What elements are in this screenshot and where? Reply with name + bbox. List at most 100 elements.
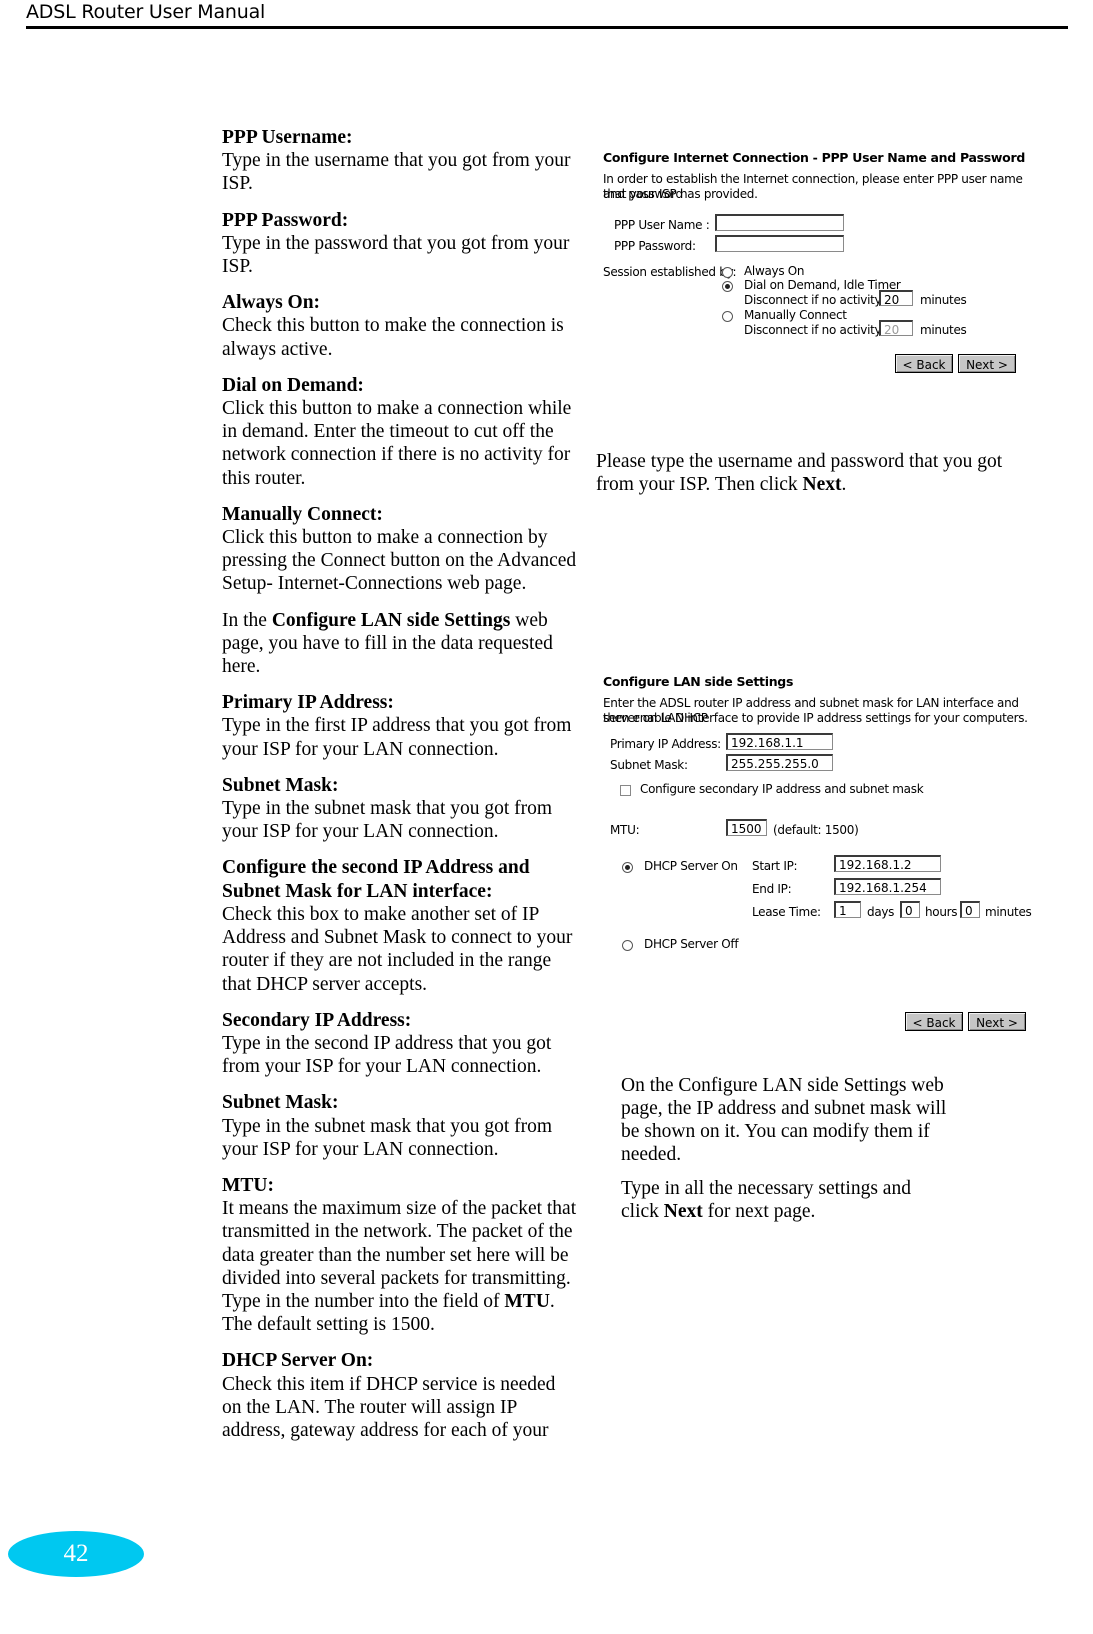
lan-lease-hours-input[interactable]: 0 — [900, 901, 920, 918]
section-heading: MTU: — [222, 1174, 274, 1196]
ppp-back-button[interactable]: < Back — [895, 354, 953, 373]
section-body: Type in the first IP address that you go… — [222, 715, 572, 760]
idle-timer-1-prefix: Disconnect if no activity for — [744, 293, 901, 307]
section-body: Click this button to make a connection b… — [222, 527, 577, 595]
lan-mtu-input[interactable]: 1500 — [726, 819, 767, 836]
section-body: Check this button to make the connection… — [222, 315, 564, 360]
section-dial-on-demand: Dial on Demand: Click this button to mak… — [222, 374, 578, 490]
idle-timer-1-input[interactable]: 20 — [879, 290, 913, 306]
idle-timer-1-unit: minutes — [920, 293, 967, 307]
section-body-bold: Configure LAN side Settings — [271, 609, 511, 631]
section-primary-ip-address: Primary IP Address: Type in the first IP… — [222, 691, 578, 761]
lan-primary-ip-label: Primary IP Address: — [610, 737, 721, 751]
section-secondary-ip-address: Secondary IP Address: Type in the second… — [222, 1009, 578, 1079]
ppp-screen-title: Configure Internet Connection - PPP User… — [603, 150, 1025, 165]
radio-always-on-label: Always On — [744, 264, 805, 278]
page-title: ADSL Router User Manual — [26, 1, 266, 23]
lan-lease-days-unit: days — [867, 905, 895, 919]
session-established-by-label: Session established by: — [603, 265, 737, 279]
page-number-badge: 42 — [8, 1531, 144, 1577]
lan-back-button[interactable]: < Back — [905, 1012, 963, 1031]
lan-lease-hours-unit: hours — [925, 905, 958, 919]
lan-lease-minutes-input[interactable]: 0 — [960, 901, 980, 918]
header-divider — [26, 26, 1068, 29]
section-heading: PPP Username: — [222, 127, 353, 148]
section-body-bold: MTU — [504, 1290, 550, 1312]
section-body: Check this box to make another set of IP… — [222, 903, 573, 995]
ppp-user-name-input[interactable] — [715, 214, 844, 231]
section-dhcp-server-on: DHCP Server On: Check this item if DHCP … — [222, 1349, 578, 1442]
section-heading: Secondary IP Address: — [222, 1009, 412, 1031]
paragraph-post: for next page. — [702, 1200, 816, 1222]
lan-lease-time-label: Lease Time: — [752, 905, 821, 919]
paragraph-bold: Next — [663, 1200, 703, 1222]
radio-always-on[interactable] — [722, 267, 733, 278]
section-subnet-mask-secondary: Subnet Mask: Type in the subnet mask tha… — [222, 1091, 578, 1161]
idle-timer-2-prefix: Disconnect if no activity for — [744, 323, 901, 337]
section-body: Type in the subnet mask that you got fro… — [222, 1115, 553, 1160]
lan-lease-days-input[interactable]: 1 — [834, 901, 861, 918]
section-body: Click this button to make a connection w… — [222, 398, 572, 489]
section-ppp-password: PPP Password: Type in the password that … — [222, 209, 578, 279]
radio-dhcp-server-off-label: DHCP Server Off — [644, 937, 739, 951]
paragraph-post: . — [841, 473, 847, 495]
section-body: Type in the second IP address that you g… — [222, 1032, 552, 1078]
section-heading: Dial on Demand: — [222, 374, 364, 396]
section-heading: Subnet Mask: — [222, 774, 339, 796]
lan-next-button[interactable]: Next > — [968, 1012, 1026, 1031]
section-heading: DHCP Server On: — [222, 1350, 374, 1372]
lan-secondary-ip-checkbox-label: Configure secondary IP address and subne… — [640, 782, 924, 796]
lan-primary-ip-input[interactable]: 192.168.1.1 — [726, 733, 833, 750]
lan-secondary-ip-checkbox[interactable] — [620, 785, 631, 796]
lan-mtu-default-note: (default: 1500) — [773, 823, 859, 837]
paragraph-bold: Next — [802, 473, 842, 495]
section-heading: Subnet Mask: — [222, 1092, 339, 1114]
radio-dhcp-server-off[interactable] — [622, 940, 633, 951]
lan-end-ip-label: End IP: — [752, 882, 792, 896]
section-heading: Always On: — [222, 292, 321, 314]
radio-dhcp-server-on[interactable] — [622, 862, 633, 873]
left-text-column: PPP Username: Type in the username that … — [222, 126, 578, 1455]
lan-subnet-mask-input[interactable]: 255.255.255.0 — [726, 754, 833, 771]
section-mtu: MTU: It means the maximum size of the pa… — [222, 1174, 578, 1336]
radio-dial-on-demand[interactable] — [722, 281, 733, 292]
lan-lease-minutes-unit: minutes — [985, 905, 1032, 919]
idle-timer-2-input[interactable]: 20 — [879, 320, 913, 336]
section-subnet-mask-primary: Subnet Mask: Type in the subnet mask tha… — [222, 774, 578, 844]
section-heading: PPP Password: — [222, 209, 349, 231]
ppp-next-button[interactable]: Next > — [958, 354, 1016, 373]
section-body: Type in the subnet mask that you got fro… — [222, 798, 553, 843]
lan-subnet-mask-label: Subnet Mask: — [610, 758, 688, 772]
screenshot-ppp-user-name-and-password: Configure Internet Connection - PPP User… — [596, 146, 1041, 378]
ppp-password-input[interactable] — [715, 235, 844, 252]
right-paragraph-lan: On the Configure LAN side Settings web p… — [621, 1074, 947, 1166]
section-always-on: Always On: Check this button to make the… — [222, 291, 578, 361]
section-body-pre: In the — [222, 609, 272, 631]
section-configure-second-ip: Configure the second IP Address and Subn… — [222, 856, 578, 995]
section-heading: Configure the second IP Address and Subn… — [222, 857, 530, 902]
right-paragraph-ppp: Please type the username and password th… — [596, 450, 1026, 496]
section-configure-lan-intro: In the Configure LAN side Settings web p… — [222, 609, 578, 679]
radio-manually-connect-label: Manually Connect — [744, 308, 847, 322]
section-body: Type in the password that you got from y… — [222, 232, 570, 278]
radio-dhcp-server-on-label: DHCP Server On — [644, 859, 738, 873]
radio-dial-on-demand-label: Dial on Demand, Idle Timer — [744, 278, 901, 292]
radio-manually-connect[interactable] — [722, 311, 733, 322]
lan-mtu-label: MTU: — [610, 823, 640, 837]
lan-screen-description-line2: server on LAN interface to provide IP ad… — [603, 711, 1028, 725]
section-ppp-username: PPP Username: Type in the username that … — [222, 126, 578, 196]
ppp-user-name-label: PPP User Name : — [614, 218, 710, 232]
section-heading: Manually Connect: — [222, 503, 383, 525]
lan-start-ip-input[interactable]: 192.168.1.2 — [834, 855, 941, 872]
paragraph-pre: Please type the username and password th… — [596, 450, 1003, 495]
lan-screen-title: Configure LAN side Settings — [603, 674, 794, 689]
section-heading: Primary IP Address: — [222, 692, 394, 714]
right-paragraph-next: Type in all the necessary settings and c… — [621, 1177, 951, 1223]
section-body: Check this item if DHCP service is neede… — [222, 1373, 556, 1441]
idle-timer-2-unit: minutes — [920, 323, 967, 337]
ppp-password-label: PPP Password: — [614, 239, 696, 253]
section-body: Type in the username that you got from y… — [222, 150, 571, 195]
lan-start-ip-label: Start IP: — [752, 859, 798, 873]
ppp-screen-description-line2: that your ISP has provided. — [603, 187, 758, 201]
lan-end-ip-input[interactable]: 192.168.1.254 — [834, 878, 941, 895]
